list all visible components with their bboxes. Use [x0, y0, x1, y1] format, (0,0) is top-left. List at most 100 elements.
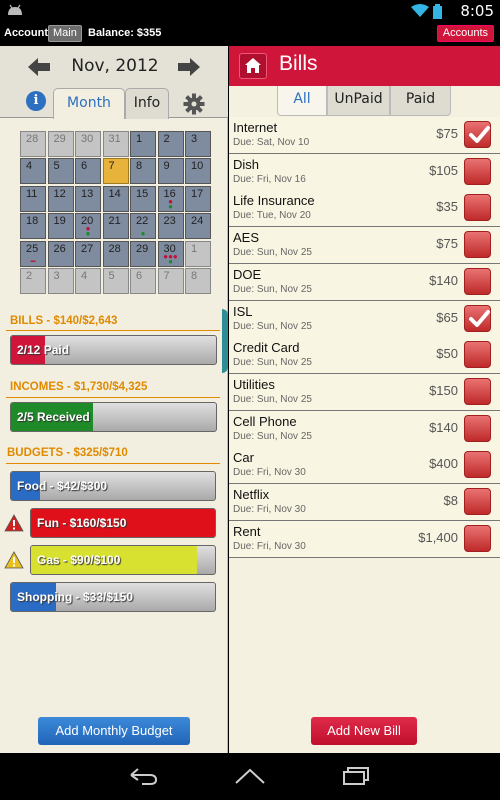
day-number: 30 — [81, 133, 94, 145]
bills-progress-bar[interactable]: 2/12 Paid — [10, 335, 217, 365]
paid-checkbox[interactable] — [464, 341, 491, 369]
month-title: Nov, 2012 — [71, 56, 159, 76]
tab-month[interactable]: Month — [53, 88, 125, 119]
paid-checkbox[interactable] — [464, 267, 491, 295]
calendar-day[interactable]: 1 — [185, 240, 211, 267]
bill-row[interactable]: AES Due: Sun, Nov 25 $75 — [229, 227, 500, 265]
calendar-day[interactable]: 3 — [185, 131, 211, 157]
calendar-day[interactable]: 6 — [130, 268, 156, 294]
paid-checkbox[interactable] — [464, 121, 491, 148]
calendar-day[interactable]: 7 — [157, 268, 184, 294]
calendar-day[interactable]: 5 — [102, 268, 129, 294]
calendar-day[interactable]: 17 — [185, 185, 211, 212]
calendar-day[interactable]: 21 — [102, 213, 129, 240]
gear-icon[interactable] — [183, 93, 205, 115]
paid-checkbox[interactable] — [464, 488, 491, 515]
bills-summary-heading: BILLS - $140/$2,643 — [10, 315, 118, 327]
calendar-day[interactable]: 4 — [75, 268, 101, 294]
calendar-day[interactable]: 22 ● — [130, 213, 156, 240]
bill-row[interactable]: Internet Due: Sat, Nov 10 $75 — [229, 117, 500, 154]
budget-label: Food - $42/$300 — [17, 479, 108, 493]
paid-checkbox[interactable] — [464, 377, 491, 405]
calendar-day[interactable]: 6 — [75, 158, 101, 185]
calendar-day[interactable]: 8 — [185, 268, 211, 294]
calendar-day[interactable]: 8 — [130, 158, 156, 185]
info-icon[interactable]: i — [26, 91, 46, 111]
tab-info[interactable]: Info — [125, 88, 169, 119]
bill-row[interactable]: Rent Due: Fri, Nov 30 $1,400 — [229, 520, 500, 558]
paid-checkbox[interactable] — [464, 451, 491, 479]
calendar-day[interactable]: 19 — [47, 213, 74, 240]
calendar-day[interactable]: 12 — [47, 185, 74, 212]
calendar-day[interactable]: 15 — [130, 185, 156, 212]
day-number: 28 — [26, 133, 39, 145]
budget-progress-bar[interactable]: Gas - $90/$100 — [30, 545, 216, 575]
prev-month-arrow-icon[interactable] — [26, 56, 52, 78]
tab-all[interactable]: All — [277, 86, 327, 116]
paid-checkbox[interactable] — [464, 524, 491, 552]
recent-apps-icon[interactable] — [342, 767, 370, 785]
wifi-icon — [411, 4, 429, 17]
calendar-day[interactable]: 3 — [47, 268, 74, 294]
accounts-button[interactable]: Accounts — [436, 25, 494, 42]
budget-progress-bar[interactable]: Food - $42/$300 — [10, 471, 216, 501]
bill-row[interactable]: Credit Card Due: Sun, Nov 25 $50 — [229, 337, 500, 375]
calendar-day[interactable]: 27 — [75, 240, 101, 267]
home-button[interactable] — [239, 53, 267, 79]
add-monthly-budget-button[interactable]: Add Monthly Budget — [38, 717, 190, 745]
paid-checkbox[interactable] — [464, 194, 491, 222]
budget-progress-bar[interactable]: Fun - $160/$150 — [30, 508, 216, 538]
paid-checkbox[interactable] — [464, 304, 491, 332]
calendar-day[interactable]: 26 — [47, 240, 74, 267]
bill-row[interactable]: Netflix Due: Fri, Nov 30 $8 — [229, 484, 500, 521]
incomes-progress-bar[interactable]: 2/5 Received — [10, 402, 217, 432]
day-number: 1 — [191, 242, 198, 255]
bill-row[interactable]: Car Due: Fri, Nov 30 $400 — [229, 447, 500, 485]
calendar-day[interactable]: 18 — [20, 213, 46, 240]
paid-checkbox[interactable] — [464, 231, 491, 259]
calendar-day[interactable]: 13 — [75, 185, 101, 212]
calendar-day[interactable]: 1 — [130, 131, 156, 157]
calendar-day[interactable]: 30 — [75, 131, 101, 157]
calendar-day-today[interactable]: 7 — [102, 158, 129, 185]
calendar-day[interactable]: 28 — [102, 240, 129, 267]
calendar-day[interactable]: 16 ● ● — [157, 185, 184, 212]
bill-row[interactable]: ISL Due: Sun, Nov 25 $65 — [229, 300, 500, 338]
bill-row[interactable]: Cell Phone Due: Sun, Nov 25 $140 — [229, 410, 500, 448]
calendar-day[interactable]: 29 — [130, 240, 156, 267]
calendar-day[interactable]: 5 — [47, 158, 74, 185]
budget-progress-bar[interactable]: Shopping - $33/$150 — [10, 582, 216, 612]
next-month-arrow-icon[interactable] — [176, 56, 202, 78]
day-number: 4 — [81, 270, 88, 282]
paid-checkbox[interactable] — [464, 414, 491, 442]
calendar-day[interactable]: 9 — [157, 158, 184, 185]
bill-row[interactable]: DOE Due: Sun, Nov 25 $140 — [229, 263, 500, 301]
back-icon[interactable] — [128, 767, 158, 785]
tab-unpaid[interactable]: UnPaid — [327, 86, 390, 116]
bill-name: AES — [233, 230, 260, 246]
account-select-button[interactable]: Main — [48, 25, 82, 42]
calendar-day[interactable]: 25 ━ — [20, 240, 46, 267]
bill-amount: $140 — [429, 272, 458, 288]
home-nav-icon[interactable] — [234, 767, 266, 785]
calendar-day[interactable]: 30 ●●● ● — [157, 240, 184, 267]
paid-checkbox[interactable] — [464, 157, 491, 185]
calendar-day[interactable]: 14 — [102, 185, 129, 212]
calendar-day[interactable]: 23 — [157, 213, 184, 240]
calendar-day[interactable]: 4 — [20, 158, 46, 185]
tab-paid[interactable]: Paid — [390, 86, 451, 116]
bill-row[interactable]: Dish Due: Fri, Nov 16 $105 — [229, 153, 500, 191]
bill-row[interactable]: Life Insurance Due: Tue, Nov 20 $35 — [229, 190, 500, 228]
calendar-day[interactable]: 2 — [157, 131, 184, 157]
bill-row[interactable]: Utilities Due: Sun, Nov 25 $150 — [229, 373, 500, 411]
bill-name: Life Insurance — [233, 193, 315, 209]
add-new-bill-button[interactable]: Add New Bill — [311, 717, 417, 745]
calendar-day[interactable]: 28 — [20, 131, 46, 157]
calendar-day[interactable]: 2 — [20, 268, 46, 294]
calendar-day[interactable]: 24 — [185, 213, 211, 240]
calendar-day[interactable]: 20 ● ● — [75, 213, 101, 240]
calendar-day[interactable]: 31 — [102, 131, 129, 157]
calendar-day[interactable]: 11 — [20, 185, 46, 212]
calendar-day[interactable]: 10 — [185, 158, 211, 185]
calendar-day[interactable]: 29 — [47, 131, 74, 157]
